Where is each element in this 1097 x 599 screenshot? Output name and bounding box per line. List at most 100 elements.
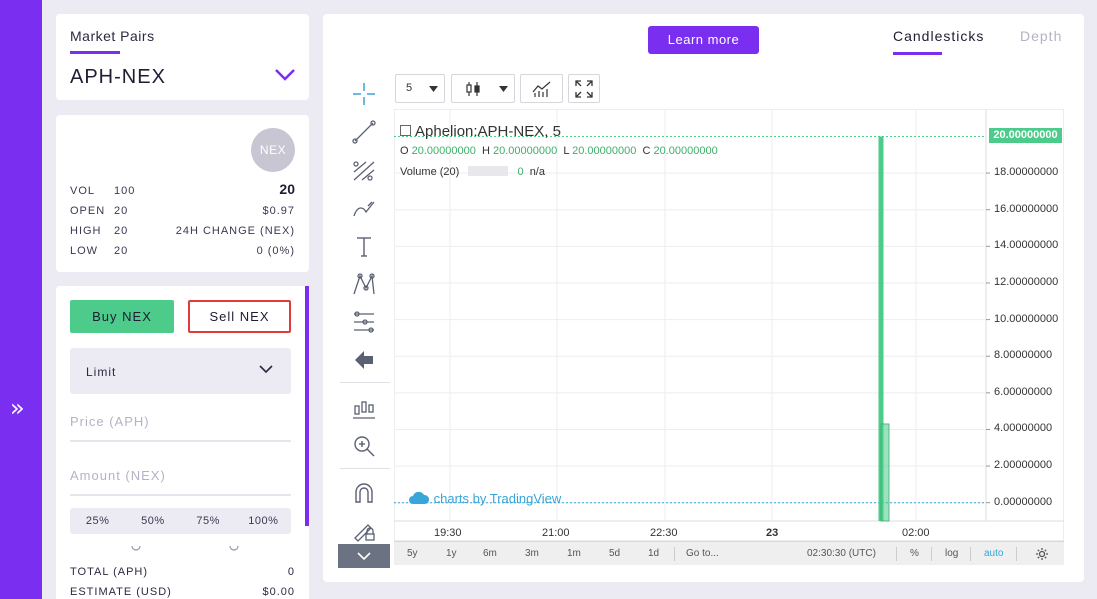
- cloud-icon: [409, 491, 430, 504]
- percentage-selector: 25% 50% 75% 100%: [70, 508, 291, 534]
- stat-value: 20: [114, 225, 129, 237]
- price-chart[interactable]: Aphelion:APH-NEX, 5 O 20.00000000 H 20.0…: [394, 109, 1064, 565]
- symbol-toggle-icon[interactable]: [400, 125, 411, 136]
- percent-75-button[interactable]: 75%: [181, 508, 236, 534]
- percent-50-button[interactable]: 50%: [125, 508, 180, 534]
- caret-down-icon: [429, 86, 438, 92]
- range-3m[interactable]: 3m: [525, 548, 539, 559]
- buy-button[interactable]: Buy NEX: [70, 300, 174, 333]
- amount-input[interactable]: Amount (NEX): [70, 462, 291, 496]
- trend-line-icon[interactable]: [350, 118, 378, 146]
- x-tick-label: 21:00: [542, 527, 570, 539]
- range-6m[interactable]: 6m: [483, 548, 497, 559]
- stat-label: HIGH: [70, 225, 102, 237]
- chevron-down-icon: [259, 365, 273, 374]
- stat-value: 20: [114, 205, 129, 217]
- x-tick-label: 23: [766, 527, 779, 539]
- x-tick-label: 22:30: [650, 527, 678, 539]
- price-placeholder: Price (APH): [70, 414, 150, 429]
- learn-more-button[interactable]: Learn more: [648, 26, 759, 54]
- scrollbar[interactable]: [305, 286, 309, 526]
- order-type-select[interactable]: Limit: [70, 348, 291, 394]
- indicators-button[interactable]: [520, 74, 563, 103]
- range-1y[interactable]: 1y: [446, 548, 457, 559]
- chevron-down-icon[interactable]: [274, 68, 296, 82]
- total-value: 0: [287, 566, 295, 578]
- tab-candlesticks[interactable]: Candlesticks: [893, 28, 984, 44]
- toolbar-scroll-down[interactable]: [338, 544, 390, 568]
- price-input[interactable]: Price (APH): [70, 408, 291, 442]
- percent-100-button[interactable]: 100%: [236, 508, 291, 534]
- estimate-value: $0.00: [262, 586, 295, 598]
- stat-label: OPEN: [70, 205, 106, 217]
- estimate-row: ESTIMATE (USD) $0.00: [70, 586, 295, 598]
- caret-down-icon: [499, 86, 508, 92]
- fullscreen-icon: [575, 80, 593, 98]
- percent-toggle[interactable]: %: [910, 548, 919, 559]
- range-1m[interactable]: 1m: [567, 548, 581, 559]
- usd-price: $0.97: [262, 205, 295, 217]
- stat-row-low: LOW 20: [70, 245, 128, 257]
- fib-retracement-icon[interactable]: [350, 308, 378, 336]
- change-label: 24H CHANGE (NEX): [175, 225, 295, 237]
- log-toggle[interactable]: log: [945, 548, 958, 559]
- range-divider: [970, 547, 971, 561]
- auto-toggle[interactable]: auto: [984, 548, 1003, 559]
- utc-time: 02:30:30 (UTC): [807, 548, 876, 559]
- y-tick-label: 14.00000000: [994, 239, 1059, 252]
- brush-icon[interactable]: [350, 194, 378, 222]
- chart-type-select[interactable]: [451, 74, 515, 103]
- indicators-chart-icon: [532, 81, 551, 97]
- percent-25-button[interactable]: 25%: [70, 508, 125, 534]
- y-tick-label: 12.00000000: [994, 275, 1059, 288]
- order-form-card: Buy NEX Sell NEX Limit Price (APH) Amoun…: [56, 286, 309, 599]
- magnet-icon[interactable]: [350, 480, 378, 508]
- y-tick-label: 2.00000000: [994, 459, 1053, 472]
- volume-settings-icon[interactable]: [468, 166, 509, 176]
- sell-button[interactable]: Sell NEX: [188, 300, 291, 333]
- chart-symbol-title: Aphelion:APH-NEX, 5: [400, 123, 561, 140]
- range-5y[interactable]: 5y: [407, 548, 418, 559]
- market-stats-card: NEX 20 VOL 100 OPEN 20 $0.97 HIGH 20 24H CH…: [56, 115, 309, 272]
- fullscreen-button[interactable]: [568, 74, 600, 103]
- change-value: 0 (0%): [256, 245, 295, 257]
- drawing-toolbar: [338, 76, 390, 571]
- goto-button[interactable]: Go to...: [686, 548, 719, 559]
- interval-value: 5: [406, 82, 413, 94]
- interval-select[interactable]: 5: [395, 74, 445, 103]
- pitchfork-icon[interactable]: [350, 156, 378, 184]
- watermark-text: charts by TradingView: [433, 491, 562, 506]
- text-tool-icon[interactable]: [350, 232, 378, 260]
- y-tick-label: 18.00000000: [994, 166, 1059, 179]
- settings-gear-icon[interactable]: [1035, 547, 1049, 561]
- total-row: TOTAL (APH) 0: [70, 566, 295, 578]
- stat-value: 100: [114, 185, 136, 197]
- stat-row-high: HIGH 20: [70, 225, 128, 237]
- arrow-left-icon[interactable]: [350, 346, 378, 374]
- stat-row-open: OPEN 20: [70, 205, 128, 217]
- volume-bar: [880, 423, 890, 522]
- close-label: C: [642, 145, 651, 157]
- y-tick-label: 16.00000000: [994, 202, 1059, 215]
- last-price: 20: [279, 181, 295, 197]
- zoom-in-icon[interactable]: [350, 432, 378, 460]
- range-5d[interactable]: 5d: [609, 548, 620, 559]
- low-value: 20.00000000: [572, 145, 637, 157]
- lock-drawings-icon[interactable]: [350, 516, 378, 544]
- tool-divider: [340, 468, 390, 469]
- chart-card: Learn more Candlesticks Depth 5 Aphelion…: [323, 14, 1084, 582]
- tab-depth[interactable]: Depth: [1020, 28, 1062, 44]
- indicators-icon[interactable]: [350, 394, 378, 422]
- tradingview-watermark[interactable]: charts by TradingView: [408, 491, 561, 506]
- market-pair-value[interactable]: APH-NEX: [70, 66, 166, 89]
- time-axis: [394, 520, 1064, 541]
- expand-sidebar-icon[interactable]: »: [10, 396, 25, 420]
- total-label: TOTAL (APH): [70, 566, 149, 578]
- crosshair-icon[interactable]: [350, 80, 378, 108]
- stat-label: VOL: [70, 185, 96, 197]
- y-tick-label: 0.00000000: [994, 495, 1053, 508]
- open-label: O: [400, 145, 409, 157]
- slider-marks: [131, 545, 239, 551]
- pattern-icon[interactable]: [350, 270, 378, 298]
- range-1d[interactable]: 1d: [648, 548, 659, 559]
